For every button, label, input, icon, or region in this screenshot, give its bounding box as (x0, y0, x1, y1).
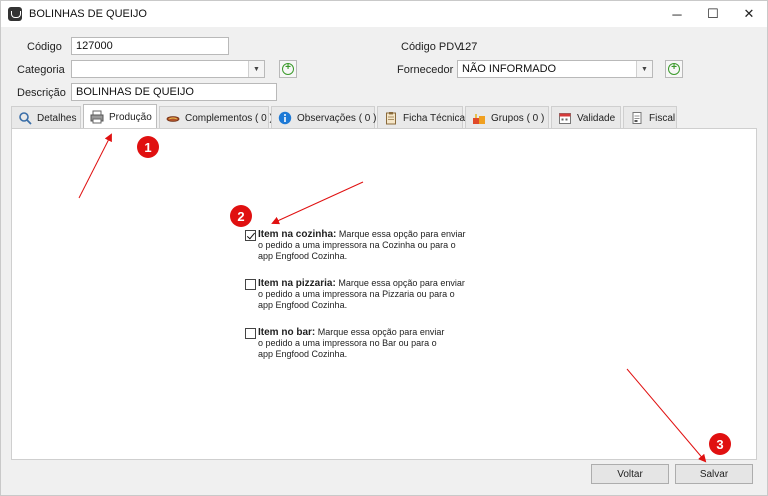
pizzaria-checkbox[interactable] (245, 279, 256, 290)
close-button[interactable]: ✕ (731, 1, 767, 27)
maximize-button[interactable]: ☐ (695, 1, 731, 27)
descricao-label: Descrição (17, 87, 66, 99)
codigo-input[interactable] (71, 37, 229, 55)
tab-label: Complementos ( 0 ) (185, 112, 273, 124)
bar-checkbox[interactable] (245, 328, 256, 339)
tab-detalhes[interactable]: Detalhes (11, 106, 81, 129)
annotation-badge-1: 1 (137, 136, 159, 158)
option-title: Item na pizzaria: (258, 278, 336, 289)
tab-producao[interactable]: Produção (83, 104, 157, 129)
minimize-button[interactable]: ─ (659, 1, 695, 27)
tab-label: Fiscal (649, 112, 676, 124)
title-bar: BOLINHAS DE QUEIJO ─ ☐ ✕ (1, 1, 767, 27)
plus-circle-icon: + (668, 63, 680, 75)
chevron-down-icon[interactable]: ▼ (248, 61, 264, 77)
annotation-badge-2: 2 (230, 205, 252, 227)
option-desc: app Engfood Cozinha. (258, 251, 348, 261)
option-title: Item na cozinha: (258, 229, 337, 240)
option-title: Item no bar: (258, 327, 316, 338)
food-icon (472, 111, 486, 125)
categoria-select[interactable]: ▼ (71, 60, 265, 78)
clipboard-icon (384, 111, 398, 125)
tab-validade[interactable]: Validade (551, 106, 621, 129)
tab-label: Produção (109, 111, 152, 123)
fornecedor-value: NÃO INFORMADO (462, 63, 557, 75)
option-desc: app Engfood Cozinha. (258, 300, 348, 310)
add-categoria-button[interactable]: + (279, 60, 297, 78)
tab-label: Grupos ( 0 ) (491, 112, 545, 124)
tab-label: Detalhes (37, 112, 77, 124)
salvar-button[interactable]: Salvar (675, 464, 753, 484)
printer-icon (90, 110, 104, 124)
option-desc: o pedido a uma impressora na Pizzaria ou… (258, 289, 455, 299)
tab-observacoes[interactable]: Observações ( 0 ) (271, 106, 377, 129)
app-icon (8, 7, 22, 21)
option-desc: app Engfood Cozinha. (258, 349, 348, 359)
sausage-icon (166, 111, 180, 125)
option-desc: o pedido a uma impressora no Bar ou para… (258, 338, 437, 348)
tab-complementos[interactable]: Complementos ( 0 ) (159, 106, 273, 129)
codigo-label: Código (27, 41, 62, 53)
option-desc: o pedido a uma impressora na Cozinha ou … (258, 240, 456, 250)
option-desc: Marque essa opção para enviar (338, 278, 465, 288)
categoria-label: Categoria (17, 64, 65, 76)
cozinha-checkbox[interactable] (245, 230, 256, 241)
tab-ficha-tecnica[interactable]: Ficha Técnica (377, 106, 466, 129)
calendar-icon (558, 111, 572, 125)
tab-label: Observações ( 0 ) (297, 112, 377, 124)
info-icon (278, 111, 292, 125)
plus-circle-icon: + (282, 63, 294, 75)
tab-label: Ficha Técnica (403, 112, 466, 124)
option-item-pizzaria: Item na pizzaria: Marque essa opção para… (245, 278, 475, 311)
option-desc: Marque essa opção para enviar (338, 229, 466, 239)
codigo-pdv-value: 127 (459, 41, 478, 53)
document-icon (630, 111, 644, 125)
option-desc: Marque essa opção para enviar (317, 327, 445, 337)
tab-label: Validade (577, 112, 616, 124)
option-item-cozinha: Item na cozinha: Marque essa opção para … (245, 229, 475, 262)
tab-grupos[interactable]: Grupos ( 0 ) (465, 106, 549, 129)
chevron-down-icon[interactable]: ▼ (636, 61, 652, 77)
fornecedor-select[interactable]: NÃO INFORMADO ▼ (457, 60, 653, 78)
tab-fiscal[interactable]: Fiscal (623, 106, 677, 129)
add-fornecedor-button[interactable]: + (665, 60, 683, 78)
descricao-input[interactable] (71, 83, 277, 101)
codigo-pdv-label: Código PDV (401, 41, 462, 53)
window-controls: ─ ☐ ✕ (659, 1, 767, 27)
voltar-button[interactable]: Voltar (591, 464, 669, 484)
fornecedor-label: Fornecedor (397, 64, 454, 76)
annotation-badge-3: 3 (709, 433, 731, 455)
window-title: BOLINHAS DE QUEIJO (29, 8, 147, 20)
product-window: BOLINHAS DE QUEIJO ─ ☐ ✕ Código Categori… (0, 0, 768, 496)
option-item-bar: Item no bar: Marque essa opção para envi… (245, 327, 475, 360)
magnifier-icon (18, 111, 32, 125)
